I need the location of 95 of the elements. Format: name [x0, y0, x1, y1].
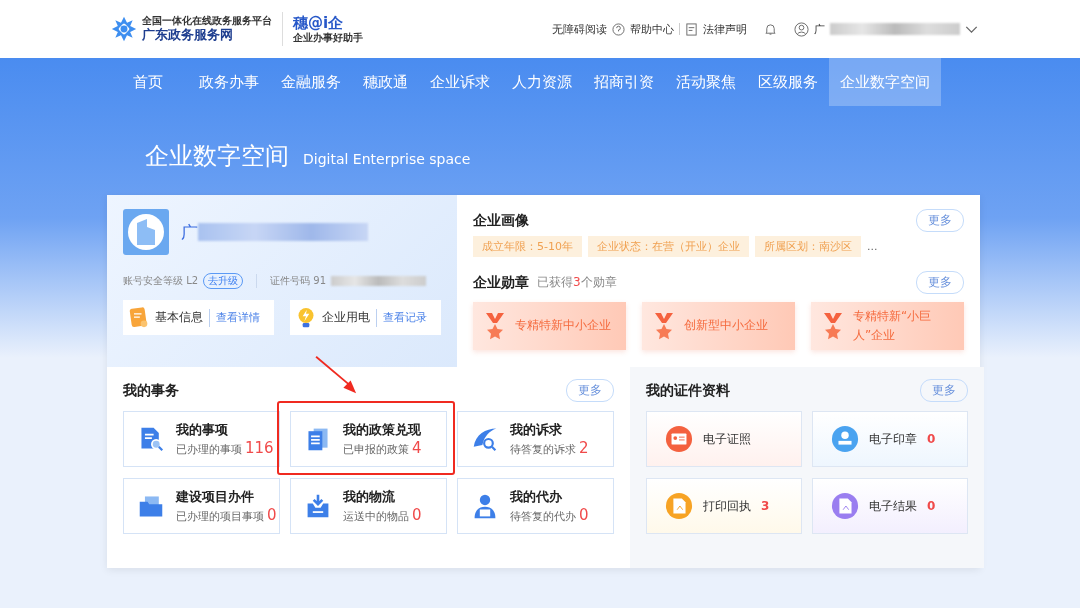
header-link[interactable]: 帮助中心 — [630, 21, 674, 37]
ellipsis: ... — [866, 240, 878, 253]
logo-icon — [111, 16, 137, 42]
tile-label: 基本信息 — [155, 309, 203, 326]
site-title: 广东政务服务网 — [142, 27, 234, 43]
tile-description: 待答复的诉求 — [510, 443, 576, 457]
document-icon — [129, 305, 149, 330]
lightbulb-icon — [296, 305, 316, 330]
documents-icon — [305, 426, 331, 452]
brand-slogan: 企业办事好助手 — [293, 32, 363, 44]
tile-title: 我的代办 — [510, 488, 563, 506]
brand-logo: 穗@i企 — [293, 14, 345, 32]
certificate-label: 电子证照 — [703, 430, 751, 448]
building-icon — [123, 209, 169, 255]
tile-title: 建设项目办件 — [176, 488, 255, 506]
count-value: 0 — [579, 506, 589, 524]
certificate-tile[interactable]: 电子证照 — [646, 411, 802, 467]
count-value: 116 — [245, 439, 274, 457]
user-name[interactable]: 广 — [814, 21, 825, 37]
nav-tab[interactable]: 金融服务 — [270, 58, 352, 106]
hero-subtitle: Digital Enterprise space — [303, 151, 471, 167]
affair-tile[interactable]: 我的代办 待答复的代办 0 — [457, 478, 614, 534]
tile-title: 我的事项 — [176, 421, 229, 439]
platform-caption: 全国一体化在线政务服务平台 — [142, 15, 272, 28]
more-button[interactable]: 更多 — [566, 379, 614, 402]
tile-label: 企业用电 — [322, 309, 370, 326]
nav-tab[interactable]: 政务办事 — [188, 58, 270, 106]
count-value: 3 — [761, 499, 770, 513]
certificate-label: 电子印章 — [869, 430, 917, 448]
more-button[interactable]: 更多 — [920, 379, 968, 402]
medal-count: 已获得3个勋章 — [537, 274, 617, 291]
section-title: 企业勋章 — [473, 273, 529, 292]
certificate-tile[interactable]: 打印回执 3 — [646, 478, 802, 534]
tile-description: 已申报的政策 — [343, 443, 409, 457]
section-title: 企业画像 — [473, 211, 529, 230]
certificate-number-label: 证件号码 91 — [270, 274, 327, 288]
medal-name: 创新型中小企业 — [684, 317, 768, 335]
hero-title: 企业数字空间 — [145, 141, 289, 172]
user-icon — [794, 21, 809, 37]
tile-description: 已办理的项目事项 — [176, 510, 264, 524]
header-link[interactable]: 无障碍阅读 — [552, 21, 607, 37]
affair-tile[interactable]: 我的政策兑现 已申报的政策 4 — [290, 411, 447, 467]
certificate-tile[interactable]: 电子印章 0 — [812, 411, 968, 467]
medal-name: 专精特新中小企业 — [515, 317, 611, 335]
count-value: 2 — [579, 439, 589, 457]
count-value: 0 — [927, 432, 936, 446]
folder-icon — [138, 493, 164, 519]
nav-tab[interactable]: 穗政通 — [352, 58, 419, 106]
count-value: 0 — [927, 499, 936, 513]
tile-description: 待答复的代办 — [510, 510, 576, 524]
medal-icon — [485, 312, 505, 340]
nav-tab[interactable]: 首页 — [118, 58, 188, 106]
tile-link[interactable]: 查看详情 — [216, 310, 260, 325]
company-name: 广 — [181, 220, 198, 244]
nav-tab[interactable]: 招商引资 — [583, 58, 665, 106]
count-value: 0 — [412, 506, 422, 524]
tile-title: 我的政策兑现 — [343, 421, 422, 439]
header-link[interactable]: 法律声明 — [703, 21, 747, 37]
help-icon — [612, 22, 625, 36]
search-icon — [472, 426, 498, 452]
count-value: 4 — [412, 439, 422, 457]
medal-name: 专精特新“小巨人”企业 — [853, 307, 933, 344]
person-laptop-icon — [472, 493, 498, 519]
certificate-label: 打印回执 — [703, 497, 751, 515]
medal-icon — [823, 312, 843, 340]
nav-tab[interactable]: 区级服务 — [747, 58, 829, 106]
profile-tag: 所属区划：南沙区 — [754, 236, 861, 257]
profile-tag: 成立年限：5-10年 — [473, 236, 582, 257]
document-search-icon — [138, 426, 164, 452]
certificate-tile[interactable]: 电子结果 0 — [812, 478, 968, 534]
tile-description: 运送中的物品 — [343, 510, 409, 524]
nav-tab[interactable]: 人力资源 — [501, 58, 583, 106]
affair-tile[interactable]: 我的诉求 待答复的诉求 2 — [457, 411, 614, 467]
bell-icon[interactable] — [764, 22, 777, 36]
nav-tab[interactable]: 企业数字空间 — [829, 58, 941, 106]
section-title: 我的证件资料 — [646, 381, 730, 400]
affair-tile[interactable]: 建设项目办件 已办理的项目事项 0 — [123, 478, 280, 534]
affair-tile[interactable]: 我的物流 运送中的物品 0 — [290, 478, 447, 534]
certificate-label: 电子结果 — [869, 497, 917, 515]
section-title: 我的事务 — [123, 381, 179, 400]
medal-icon — [654, 312, 674, 340]
tile-description: 已办理的事项 — [176, 443, 242, 457]
tile-title: 我的物流 — [343, 488, 396, 506]
tile-link[interactable]: 查看记录 — [383, 310, 427, 325]
tile-title: 我的诉求 — [510, 421, 563, 439]
more-button[interactable]: 更多 — [916, 271, 964, 294]
count-value: 0 — [267, 506, 277, 524]
affair-tile[interactable]: 我的事项 已办理的事项 116 — [123, 411, 280, 467]
inbox-download-icon — [305, 493, 331, 519]
nav-tab[interactable]: 活动聚焦 — [665, 58, 747, 106]
profile-tag: 企业状态：在营（开业）企业 — [587, 236, 749, 257]
security-level: 账号安全等级 L2 — [123, 274, 199, 288]
document-icon — [685, 22, 698, 36]
nav-tab[interactable]: 企业诉求 — [419, 58, 501, 106]
more-button[interactable]: 更多 — [916, 209, 964, 232]
